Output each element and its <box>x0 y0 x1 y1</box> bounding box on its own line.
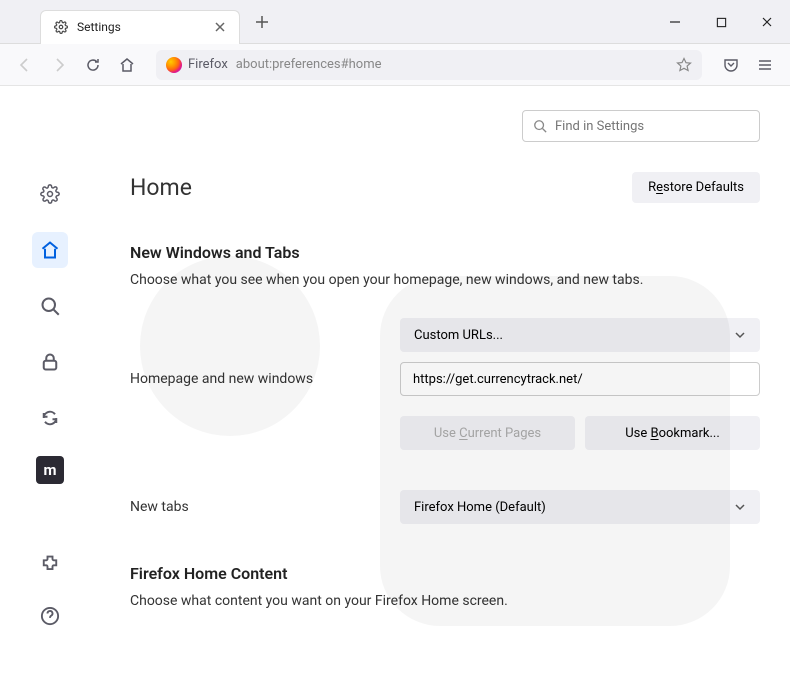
sidebar-item-extensions[interactable] <box>32 546 68 582</box>
toolbar: Firefox about:preferences#home <box>0 44 790 86</box>
gear-icon <box>53 19 69 35</box>
url-text: about:preferences#home <box>236 57 668 72</box>
homepage-url-input[interactable] <box>400 362 760 396</box>
tab-settings[interactable]: Settings <box>40 10 240 44</box>
settings-main: Home Restore Defaults New Windows and Ta… <box>100 86 790 646</box>
content-area: m Home Restore Defaults New Windows and … <box>0 86 790 646</box>
sidebar-item-privacy[interactable] <box>32 344 68 380</box>
use-current-pages-button[interactable]: Use Current Pages <box>400 416 575 450</box>
section-new-windows-tabs: New Windows and Tabs Choose what you see… <box>130 243 760 524</box>
home-button[interactable] <box>112 50 142 80</box>
homepage-select-row: Custom URLs... <box>130 318 760 352</box>
new-tab-button[interactable] <box>248 8 276 36</box>
chevron-down-icon <box>734 501 746 513</box>
homepage-url-row: Homepage and new windows <box>130 362 760 396</box>
search-icon <box>533 119 547 133</box>
restore-defaults-button[interactable]: Restore Defaults <box>632 172 760 203</box>
settings-sidebar: m <box>0 86 100 646</box>
section-home-content: Firefox Home Content Choose what content… <box>130 564 760 609</box>
settings-search[interactable] <box>522 110 760 142</box>
identity-label: Firefox <box>188 57 228 72</box>
section-desc: Choose what content you want on your Fir… <box>130 593 760 609</box>
sidebar-item-sync[interactable] <box>32 400 68 436</box>
forward-button[interactable] <box>44 50 74 80</box>
minimize-button[interactable] <box>652 0 698 44</box>
homepage-mode-select[interactable]: Custom URLs... <box>400 318 760 352</box>
back-button[interactable] <box>10 50 40 80</box>
section-desc: Choose what you see when you open your h… <box>130 272 760 288</box>
page-header: Home Restore Defaults <box>130 172 760 203</box>
url-bar[interactable]: Firefox about:preferences#home <box>156 50 702 80</box>
close-window-button[interactable] <box>744 0 790 44</box>
homepage-label: Homepage and new windows <box>130 371 400 387</box>
chevron-down-icon <box>734 329 746 341</box>
use-bookmark-button[interactable]: Use Bookmark... <box>585 416 760 450</box>
tab-label: Settings <box>77 20 205 34</box>
identity-box[interactable]: Firefox <box>166 57 228 73</box>
select-value: Custom URLs... <box>414 328 503 343</box>
select-value: Firefox Home (Default) <box>414 500 546 515</box>
maximize-button[interactable] <box>698 0 744 44</box>
section-heading: New Windows and Tabs <box>130 243 760 262</box>
pocket-button[interactable] <box>716 50 746 80</box>
newtabs-select[interactable]: Firefox Home (Default) <box>400 490 760 524</box>
page-title: Home <box>130 174 192 201</box>
bookmark-star-icon[interactable] <box>676 57 692 73</box>
reload-button[interactable] <box>78 50 108 80</box>
tab-strip: Settings <box>0 0 276 44</box>
sidebar-item-general[interactable] <box>32 176 68 212</box>
sidebar-item-help[interactable] <box>32 598 68 634</box>
sidebar-item-search[interactable] <box>32 288 68 324</box>
window-controls <box>652 0 790 44</box>
homepage-buttons-row: Use Current Pages Use Bookmark... <box>130 406 760 480</box>
app-menu-button[interactable] <box>750 50 780 80</box>
newtabs-row: New tabs Firefox Home (Default) <box>130 490 760 524</box>
newtabs-label: New tabs <box>130 499 400 515</box>
titlebar: Settings <box>0 0 790 44</box>
sidebar-item-more[interactable]: m <box>36 456 64 484</box>
section-heading: Firefox Home Content <box>130 564 760 583</box>
firefox-logo-icon <box>166 57 182 73</box>
sidebar-item-home[interactable] <box>32 232 68 268</box>
settings-search-input[interactable] <box>555 119 749 134</box>
tab-close-icon[interactable] <box>213 20 227 34</box>
